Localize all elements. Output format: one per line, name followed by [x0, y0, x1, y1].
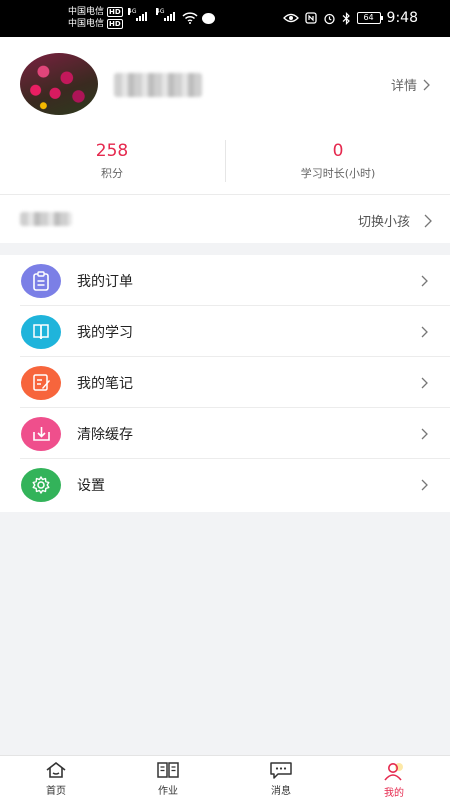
tab-label-homework: 作业 [158, 786, 178, 797]
hd-badge-2: HD [107, 19, 123, 29]
tab-profile[interactable]: 我的 [338, 761, 450, 799]
study-hours-stat[interactable]: 0 学习时长(小时) [226, 140, 450, 181]
chevron-right-icon [421, 275, 428, 286]
menu-label-clear-cache: 清除缓存 [77, 426, 133, 443]
homework-icon [157, 762, 179, 778]
menu-item-orders[interactable]: 我的订单 [0, 255, 450, 306]
status-time: 9:48 [386, 10, 418, 26]
study-hours-label: 学习时长(小时) [300, 167, 376, 180]
chevron-right-icon [421, 428, 428, 439]
download-icon [21, 416, 61, 451]
nfc-icon [304, 12, 317, 24]
tab-label-home: 首页 [46, 786, 66, 797]
carrier-info: 中国电信 HD 中国电信 HD [68, 6, 123, 30]
menu-list: 我的订单 我的学习 我的笔记 清除缓存 设置 [0, 255, 450, 512]
tab-homework[interactable]: 作业 [112, 761, 224, 797]
chat-notification-icon [202, 13, 215, 24]
menu-label-notes: 我的笔记 [77, 375, 133, 392]
chevron-right-icon [421, 377, 428, 388]
eye-icon [282, 13, 299, 23]
profile-card: 详情 258 积分 0 学习时长(小时) 切换小孩 [0, 37, 450, 243]
bluetooth-icon [342, 11, 350, 25]
status-bar: 中国电信 HD 中国电信 HD 4G 4G 64 9:48 [0, 0, 450, 37]
tab-label-profile: 我的 [384, 788, 404, 799]
carrier-2: 中国电信 [68, 19, 105, 29]
points-value: 258 [95, 141, 129, 161]
chevron-right-icon [424, 214, 432, 227]
home-icon [46, 761, 66, 778]
battery-icon: 64 [356, 12, 383, 24]
divider [0, 194, 450, 195]
menu-item-settings[interactable]: 设置 [0, 459, 450, 510]
tab-label-messages: 消息 [271, 786, 291, 797]
note-icon [21, 365, 61, 400]
avatar[interactable] [20, 53, 98, 115]
menu-label-study: 我的学习 [77, 324, 133, 341]
tab-messages[interactable]: 消息 [225, 761, 337, 797]
tab-home[interactable]: 首页 [0, 761, 112, 797]
book-icon [21, 314, 61, 349]
menu-label-orders: 我的订单 [77, 273, 133, 290]
wifi-icon [182, 12, 198, 24]
message-icon [270, 762, 292, 779]
points-stat[interactable]: 258 积分 [0, 140, 224, 181]
detail-label: 详情 [390, 79, 417, 94]
order-icon [21, 263, 61, 298]
detail-link[interactable]: 详情 [391, 75, 430, 94]
chevron-right-icon [421, 479, 428, 490]
child-name-blurred [20, 212, 72, 226]
menu-item-study[interactable]: 我的学习 [0, 306, 450, 357]
menu-item-clear-cache[interactable]: 清除缓存 [0, 408, 450, 459]
signal-2-icon: 4G [156, 8, 175, 21]
switch-child-button[interactable]: 切换小孩 [358, 211, 432, 230]
switch-child-label: 切换小孩 [357, 215, 410, 230]
chevron-right-icon [421, 326, 428, 337]
points-label: 积分 [101, 167, 123, 180]
bottom-tab-bar: 首页 作业 消息 我的 [0, 755, 450, 800]
user-name-blurred [114, 73, 202, 97]
gear-icon [21, 467, 61, 502]
signal-1-icon: 4G [128, 8, 147, 21]
carrier-1: 中国电信 [68, 7, 105, 17]
study-hours-value: 0 [332, 141, 344, 161]
alarm-icon [323, 13, 335, 24]
menu-label-settings: 设置 [77, 477, 105, 494]
profile-icon [384, 763, 403, 781]
chevron-right-icon [423, 79, 430, 90]
menu-item-notes[interactable]: 我的笔记 [0, 357, 450, 408]
hd-badge-1: HD [107, 7, 123, 17]
